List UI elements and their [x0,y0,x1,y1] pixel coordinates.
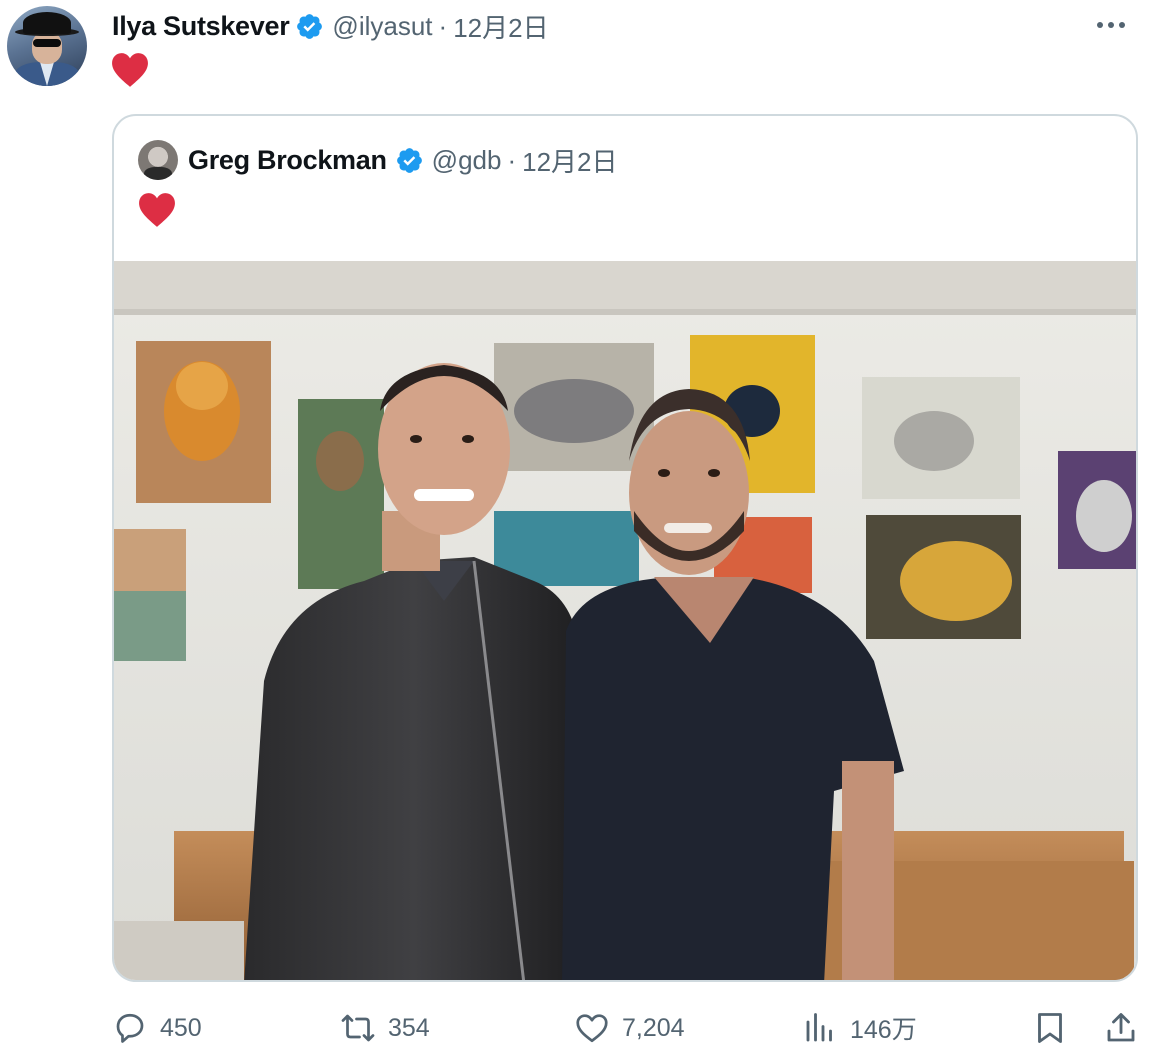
tweet-header: Ilya Sutskever @ilyasut · 12月2日 [112,6,549,46]
retweet-button[interactable]: 354 [340,1004,430,1052]
quoted-author-handle[interactable]: @gdb [432,145,502,176]
retweet-count: 354 [388,1013,430,1042]
quoted-tweet-header: Greg Brockman @gdb · 12月2日 [138,140,618,180]
separator-dot: · [438,10,448,41]
tweet-date[interactable]: 12月2日 [453,8,548,45]
retweet-icon [341,1014,375,1042]
share-button[interactable] [1103,1004,1139,1052]
reply-icon [116,1013,144,1043]
heart-emoji-icon [112,53,148,87]
reply-count: 450 [160,1013,202,1042]
tweet: Ilya Sutskever @ilyasut · 12月2日 Greg Bro… [0,0,1154,1052]
quoted-author-avatar[interactable] [138,140,178,180]
quoted-heart-emoji-icon [139,193,175,227]
author-handle[interactable]: @ilyasut [332,11,432,42]
views-count: 146万 [850,1016,917,1044]
like-button[interactable]: 7,204 [574,1004,685,1052]
tweet-action-bar: 450 354 7,204 146万 [0,1004,1154,1052]
quoted-verified-badge-icon [396,147,422,173]
more-options-icon[interactable] [1094,12,1128,38]
like-heart-icon [576,1014,608,1043]
bookmark-icon [1038,1013,1062,1043]
quoted-tweet-date[interactable]: 12月2日 [522,142,617,179]
views-button[interactable]: 146万 [802,1004,917,1052]
quoted-separator-dot: · [507,144,517,175]
quoted-tweet-photo[interactable] [114,261,1136,982]
quoted-tweet-card[interactable]: Greg Brockman @gdb · 12月2日 [112,114,1138,982]
reply-button[interactable]: 450 [112,1004,202,1052]
views-chart-icon [806,1013,832,1042]
like-count: 7,204 [622,1013,685,1042]
bookmark-button[interactable] [1032,1004,1068,1052]
quoted-author-name[interactable]: Greg Brockman [188,145,387,176]
author-avatar[interactable] [7,6,87,86]
share-icon [1107,1013,1135,1042]
author-name[interactable]: Ilya Sutskever [112,11,290,42]
verified-badge-icon [297,13,323,39]
